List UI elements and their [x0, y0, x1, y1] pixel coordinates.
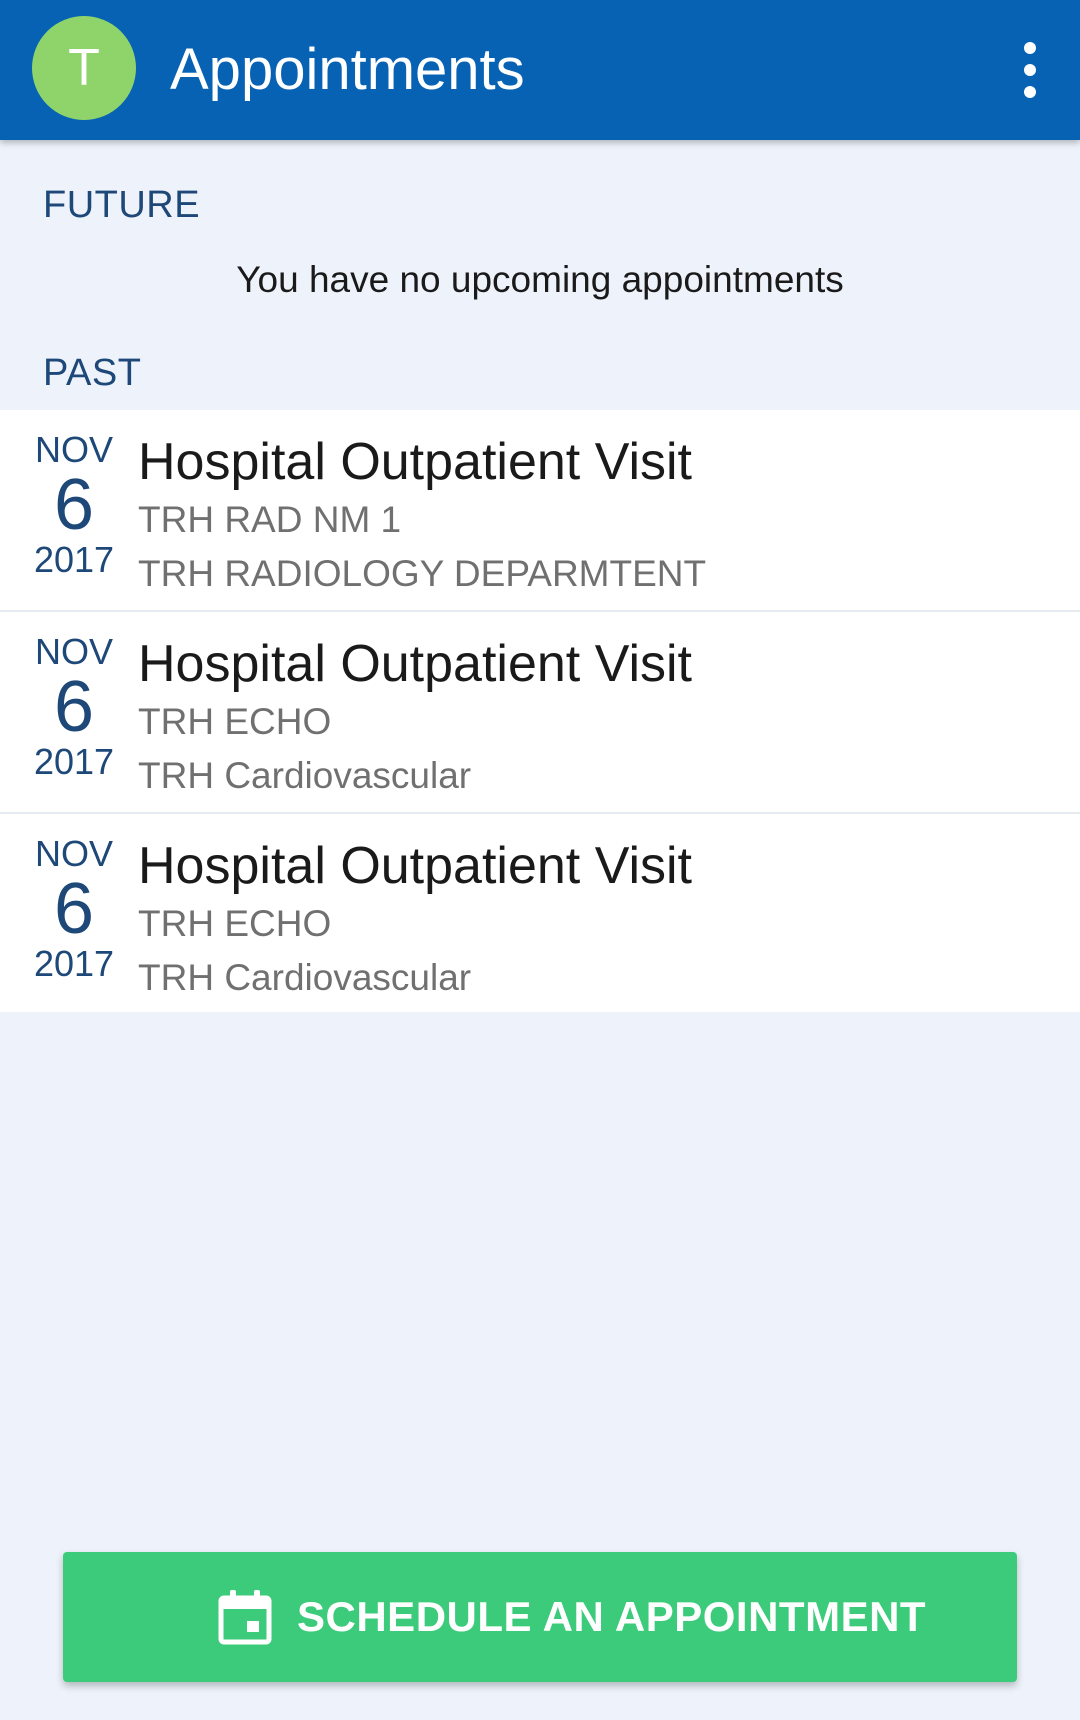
date-day: 6: [53, 869, 95, 949]
date-month: NOV: [34, 631, 113, 672]
more-vert-icon[interactable]: [1010, 38, 1050, 102]
calendar-icon: [218, 1590, 272, 1645]
date-month: NOV: [34, 833, 113, 874]
date-month: NOV: [34, 429, 113, 470]
appointment-row[interactable]: NOV 6 2017 Hospital Outpatient Visit TRH…: [0, 612, 1080, 814]
no-upcoming-message: You have no upcoming appointments: [236, 259, 844, 300]
appointment-department: TRH Cardiovascular: [138, 957, 472, 998]
appointment-date: NOV 6 2017: [20, 834, 128, 984]
page-title: Appointments: [170, 37, 525, 102]
future-section-label: FUTURE: [43, 184, 201, 226]
schedule-appointment-button[interactable]: SCHEDULE AN APPOINTMENT: [63, 1552, 1017, 1682]
date-year: 2017: [33, 539, 115, 580]
appointment-title: Hospital Outpatient Visit: [138, 837, 692, 895]
appointment-provider: TRH ECHO: [138, 903, 332, 944]
appointment-provider: TRH ECHO: [138, 701, 332, 742]
appointment-row[interactable]: NOV 6 2017 Hospital Outpatient Visit TRH…: [0, 814, 1080, 1012]
date-year: 2017: [33, 943, 115, 984]
date-year: 2017: [33, 741, 115, 782]
avatar[interactable]: T: [32, 16, 136, 120]
menu-dot: [1024, 86, 1036, 98]
past-appointments-list: NOV 6 2017 Hospital Outpatient Visit TRH…: [0, 410, 1080, 1012]
schedule-button-label: SCHEDULE AN APPOINTMENT: [297, 1593, 927, 1640]
appointment-title: Hospital Outpatient Visit: [138, 635, 692, 693]
appointment-provider: TRH RAD NM 1: [138, 499, 402, 540]
date-day: 6: [53, 465, 95, 545]
appointment-title: Hospital Outpatient Visit: [138, 433, 692, 491]
appointment-department: TRH Cardiovascular: [138, 755, 472, 796]
appointment-date: NOV 6 2017: [20, 430, 128, 580]
date-day: 6: [53, 667, 95, 747]
menu-dot: [1024, 42, 1036, 54]
menu-dot: [1024, 64, 1036, 76]
appointment-department: TRH RADIOLOGY DEPARMTENT: [138, 553, 707, 594]
appointment-date: NOV 6 2017: [20, 632, 128, 782]
past-section-label: PAST: [43, 352, 142, 394]
appointment-row[interactable]: NOV 6 2017 Hospital Outpatient Visit TRH…: [0, 410, 1080, 612]
app-bar: T Appointments: [0, 0, 1080, 140]
